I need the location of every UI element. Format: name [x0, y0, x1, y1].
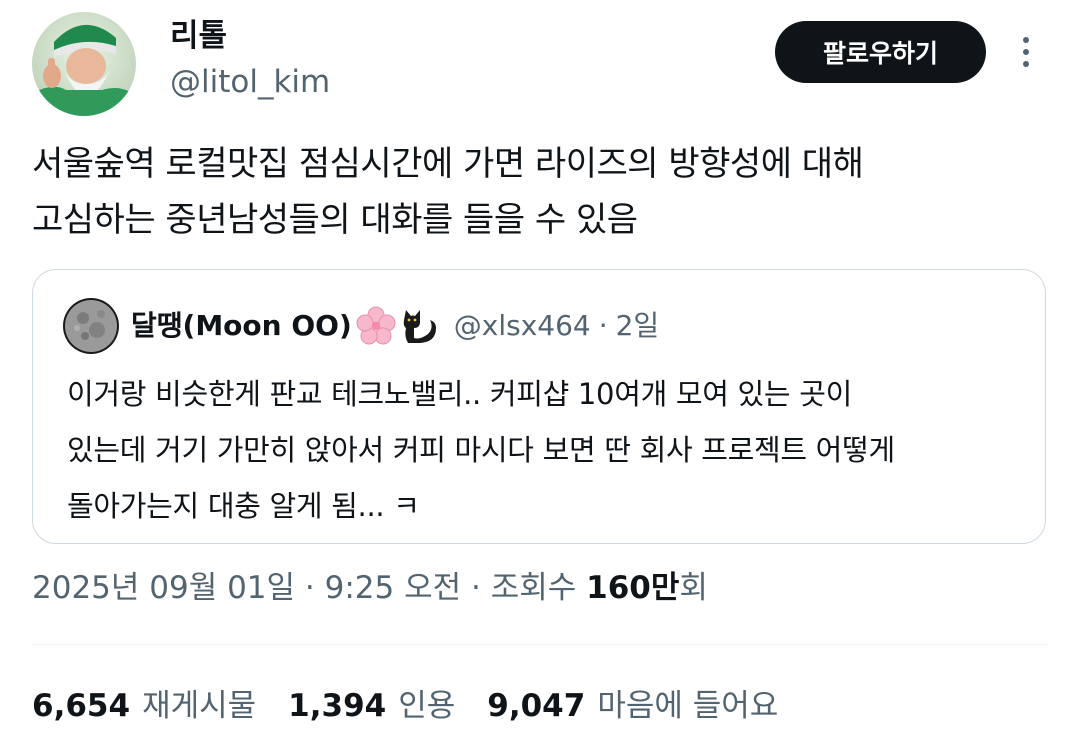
quote-timestamp[interactable]: 2일 [616, 304, 660, 348]
quotes-label: 인용 [398, 688, 456, 724]
quote-header: 달땡(Moon OO) @xlsx464 · 2일 [131, 304, 659, 348]
quote-author-handle[interactable]: @xlsx464 [454, 304, 591, 348]
views-label: 조회수 [490, 570, 587, 606]
author-handle[interactable]: @litol_kim [170, 62, 330, 102]
follow-button[interactable]: 팔로우하기 [775, 21, 986, 83]
divider [32, 644, 1048, 645]
likes-stat[interactable]: 9,047 마음에 들어요 [487, 684, 778, 728]
quote-author-name[interactable]: 달땡(Moon OO) [131, 304, 352, 348]
retweets-label: 재게시물 [142, 688, 257, 724]
avatar-image [32, 12, 136, 116]
quote-text: 이거랑 비슷한게 판교 테크노밸리.. 커피샵 10여개 모여 있는 곳이 있는… [67, 377, 895, 523]
retweets-count: 6,654 [32, 688, 131, 724]
retweets-stat[interactable]: 6,654 재게시물 [32, 684, 256, 728]
cherry-blossom-icon [356, 306, 396, 346]
tweet-text: 서울숲역 로컬맛집 점심시간에 가면 라이즈의 방향성에 대해 고심하는 중년남… [32, 144, 864, 240]
quotes-stat[interactable]: 1,394 인용 [288, 684, 455, 728]
tweet-meta: 2025년 09월 01일 · 9:25 오전 · 조회수 160만회 [32, 566, 708, 610]
quote-author-avatar [63, 298, 119, 354]
tweet-date[interactable]: 2025년 09월 01일 [32, 570, 295, 606]
engagement-stats: 6,654 재게시물 1,394 인용 9,047 마음에 들어요 [32, 684, 810, 728]
tweet-time[interactable]: 9:25 오전 [325, 570, 462, 606]
author-display-name[interactable]: 리톨 [170, 16, 227, 56]
views-count: 160만 [586, 570, 680, 606]
views-suffix: 회 [679, 570, 708, 606]
more-options-icon[interactable] [1014, 34, 1038, 70]
likes-label: 마음에 들어요 [597, 688, 779, 724]
quote-separator: · [598, 309, 608, 342]
quotes-count: 1,394 [288, 688, 387, 724]
author-avatar[interactable] [32, 12, 136, 116]
quoted-tweet-card[interactable]: 달땡(Moon OO) @xlsx464 · 2일 이거랑 비슷한게 판교 테크… [32, 269, 1046, 544]
black-cat-icon [400, 306, 440, 346]
moon-avatar-image [63, 298, 119, 354]
meta-separator: · [295, 570, 325, 606]
meta-separator: · [461, 570, 491, 606]
likes-count: 9,047 [487, 688, 586, 724]
